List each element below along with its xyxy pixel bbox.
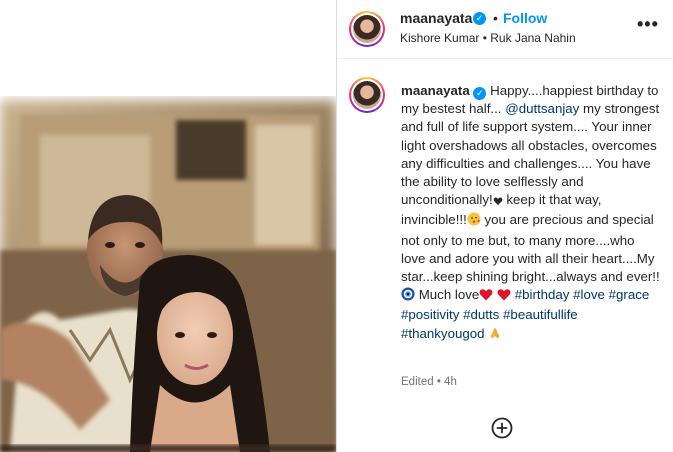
verified-badge-icon: ✓ — [473, 12, 486, 25]
post-photo[interactable] — [0, 0, 336, 452]
heart-icon — [497, 288, 511, 306]
caption-author-avatar[interactable] — [349, 77, 385, 113]
add-comment-icon[interactable] — [491, 417, 513, 439]
caption-text: Much love — [418, 287, 480, 303]
header-separator: • — [493, 10, 498, 26]
more-options-icon[interactable]: ••• — [637, 14, 659, 35]
praying-hands-icon — [488, 326, 502, 345]
caption-verified-badge-icon: ✓ — [473, 87, 487, 100]
heart-icon — [479, 288, 493, 306]
evil-eye-icon — [401, 287, 415, 306]
hashtag-link[interactable]: #love — [573, 287, 605, 302]
hashtag-link[interactable]: #beautifullife — [503, 307, 578, 322]
post-photo-illustration — [0, 0, 336, 452]
post-caption: maanayata ✓ Happy....happiest birthday t… — [401, 82, 661, 345]
kiss-emoji-icon — [467, 212, 481, 231]
hashtag-link[interactable]: #grace — [609, 287, 650, 302]
audio-track[interactable]: Kishore Kumar • Ruk Jana Nahin — [400, 31, 576, 45]
audio-separator: • — [482, 31, 487, 45]
post-time[interactable]: 4h — [444, 376, 457, 388]
post-details-pane: maanayata ✓ • Follow Kishore Kumar • Ruk… — [337, 0, 673, 452]
hashtag-link[interactable]: #positivity — [401, 307, 459, 322]
timestamp-separator: • — [436, 376, 441, 388]
follow-button[interactable]: Follow — [503, 10, 547, 26]
author-username[interactable]: maanayata — [400, 10, 472, 26]
edited-timestamp: Edited • 4h — [401, 376, 457, 388]
mention-link[interactable]: @duttsanjay — [505, 101, 579, 116]
audio-artist: Kishore Kumar — [400, 31, 480, 45]
heart-icon — [493, 193, 503, 211]
audio-song: Ruk Jana Nahin — [490, 31, 576, 45]
author-avatar[interactable] — [349, 11, 385, 47]
edited-label: Edited — [401, 376, 434, 388]
post-header: maanayata ✓ • Follow Kishore Kumar • Ruk… — [337, 0, 673, 59]
hashtag-link[interactable]: #thankyougod — [401, 326, 485, 341]
caption-username[interactable]: maanayata — [401, 83, 470, 98]
hashtag-link[interactable]: #dutts — [463, 307, 499, 322]
hashtag-link[interactable]: #birthday — [515, 287, 570, 302]
